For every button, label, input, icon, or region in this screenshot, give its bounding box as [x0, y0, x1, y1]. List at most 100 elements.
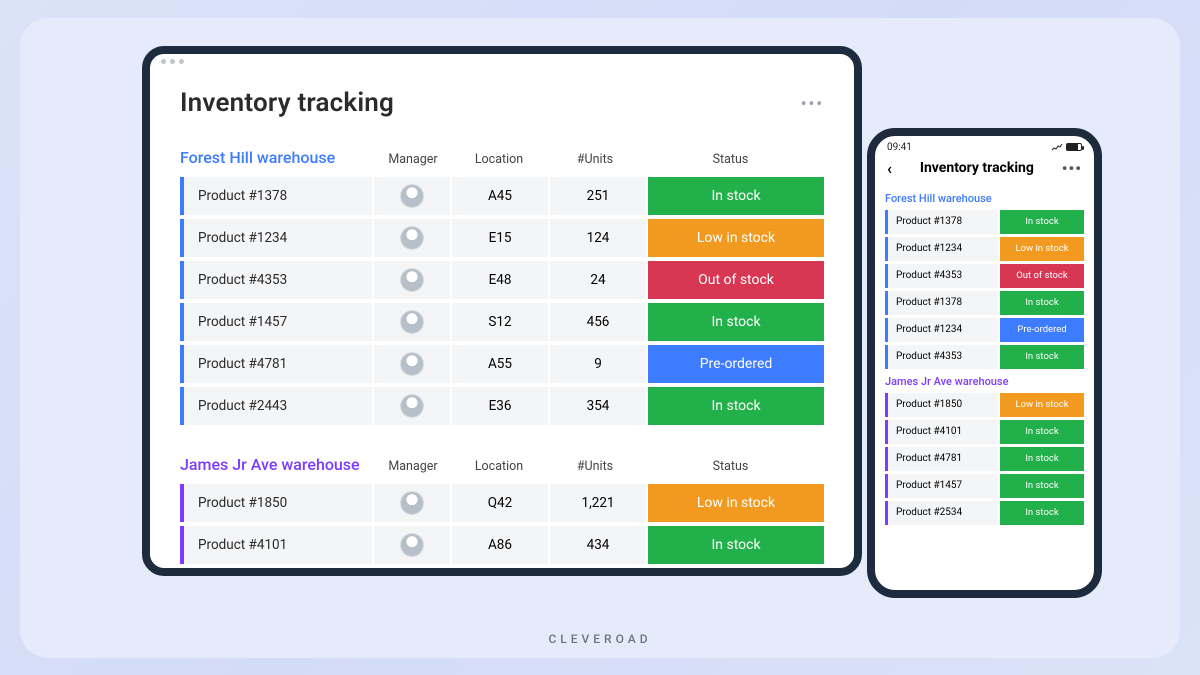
avatar	[400, 394, 424, 418]
product-name: Product #4781	[184, 345, 372, 383]
units-cell: 1,221	[550, 484, 646, 522]
status-badge: In stock	[1000, 345, 1084, 369]
product-name: Product #1850	[184, 484, 372, 522]
location-cell: A86	[452, 526, 548, 564]
list-item[interactable]: Product #1850 Low in stock	[885, 393, 1084, 417]
status-badge: In stock	[1000, 447, 1084, 471]
table-row[interactable]: Product #4353 E48 24 Out of stock	[180, 261, 824, 299]
status-badge: Low in stock	[1000, 237, 1084, 261]
avatar	[400, 352, 424, 376]
list-item[interactable]: Product #1234 Low in stock	[885, 237, 1084, 261]
manager-cell	[374, 345, 450, 383]
status-badge: Pre-ordered	[1000, 318, 1084, 342]
col-header-units: #Units	[547, 152, 643, 167]
manager-cell	[374, 303, 450, 341]
col-header-location: Location	[451, 152, 547, 167]
location-cell: A45	[452, 177, 548, 215]
list-item[interactable]: Product #2534 In stock	[885, 501, 1084, 525]
product-name: Product #4101	[888, 420, 998, 444]
product-name: Product #4101	[184, 526, 372, 564]
phone-status-bar: 09:41	[875, 136, 1094, 155]
table-row[interactable]: Product #1378 A45 251 In stock	[180, 177, 824, 215]
product-name: Product #2443	[184, 387, 372, 425]
product-name: Product #4353	[888, 345, 998, 369]
phone-page-title: Inventory tracking	[920, 160, 1034, 176]
units-cell: 251	[550, 177, 646, 215]
table-row[interactable]: Product #1234 E15 124 Low in stock	[180, 219, 824, 257]
manager-cell	[374, 261, 450, 299]
status-badge: Pre-ordered	[648, 345, 824, 383]
table-row[interactable]: Product #2443 E36 354 In stock	[180, 387, 824, 425]
product-name: Product #4781	[888, 447, 998, 471]
warehouse-name[interactable]: James Jr Ave warehouse	[180, 455, 375, 474]
product-name: Product #1234	[888, 237, 998, 261]
list-item[interactable]: Product #4101 In stock	[885, 420, 1084, 444]
list-item[interactable]: Product #4353 Out of stock	[885, 264, 1084, 288]
tablet-device: Inventory tracking ••• Forest Hill wareh…	[142, 46, 862, 576]
units-cell: 354	[550, 387, 646, 425]
location-cell: Q42	[452, 484, 548, 522]
phone-device: 09:41 ‹ Inventory tracking ••• Forest Hi…	[867, 128, 1102, 598]
location-cell: A55	[452, 345, 548, 383]
window-controls	[161, 59, 184, 64]
units-cell: 24	[550, 261, 646, 299]
manager-cell	[374, 484, 450, 522]
status-badge: In stock	[1000, 210, 1084, 234]
status-badge: In stock	[648, 387, 824, 425]
list-item[interactable]: Product #1378 In stock	[885, 291, 1084, 315]
status-badge: In stock	[648, 303, 824, 341]
status-badge: Low in stock	[648, 219, 824, 257]
location-cell: E48	[452, 261, 548, 299]
status-badge: Low in stock	[648, 484, 824, 522]
warehouse-name[interactable]: Forest Hill warehouse	[180, 148, 375, 167]
product-name: Product #2534	[888, 501, 998, 525]
product-name: Product #1378	[888, 210, 998, 234]
warehouse-name[interactable]: James Jr Ave warehouse	[885, 375, 1084, 388]
manager-cell	[374, 387, 450, 425]
back-button[interactable]: ‹	[887, 159, 892, 178]
table-row[interactable]: Product #4101 A86 434 In stock	[180, 526, 824, 564]
avatar	[400, 533, 424, 557]
col-header-units: #Units	[547, 459, 643, 474]
avatar	[400, 184, 424, 208]
location-cell: S12	[452, 303, 548, 341]
list-item[interactable]: Product #4353 In stock	[885, 345, 1084, 369]
product-name: Product #4353	[184, 261, 372, 299]
table-row[interactable]: Product #4781 A55 9 Pre-ordered	[180, 345, 824, 383]
status-badge: Low in stock	[1000, 393, 1084, 417]
col-header-manager: Manager	[375, 152, 451, 167]
col-header-status: Status	[643, 459, 824, 474]
product-name: Product #1457	[184, 303, 372, 341]
col-header-status: Status	[643, 152, 824, 167]
battery-icon	[1051, 143, 1082, 151]
status-badge: In stock	[648, 526, 824, 564]
phone-more-button[interactable]: •••	[1062, 159, 1082, 178]
avatar	[400, 310, 424, 334]
product-name: Product #1378	[184, 177, 372, 215]
brand-watermark: CLEVEROAD	[20, 632, 1180, 646]
units-cell: 434	[550, 526, 646, 564]
product-name: Product #1378	[888, 291, 998, 315]
product-name: Product #1234	[184, 219, 372, 257]
product-name: Product #4353	[888, 264, 998, 288]
col-header-location: Location	[451, 459, 547, 474]
list-item[interactable]: Product #1457 In stock	[885, 474, 1084, 498]
more-button[interactable]: •••	[801, 94, 824, 113]
status-badge: In stock	[648, 177, 824, 215]
status-badge: In stock	[1000, 501, 1084, 525]
list-item[interactable]: Product #4781 In stock	[885, 447, 1084, 471]
location-cell: E15	[452, 219, 548, 257]
warehouse-name[interactable]: Forest Hill warehouse	[885, 192, 1084, 205]
units-cell: 9	[550, 345, 646, 383]
units-cell: 124	[550, 219, 646, 257]
table-row[interactable]: Product #1457 S12 456 In stock	[180, 303, 824, 341]
page-title: Inventory tracking	[180, 88, 824, 118]
location-cell: E36	[452, 387, 548, 425]
status-badge: Out of stock	[1000, 264, 1084, 288]
product-name: Product #1850	[888, 393, 998, 417]
avatar	[400, 226, 424, 250]
table-row[interactable]: Product #1850 Q42 1,221 Low in stock	[180, 484, 824, 522]
list-item[interactable]: Product #1378 In stock	[885, 210, 1084, 234]
list-item[interactable]: Product #1234 Pre-ordered	[885, 318, 1084, 342]
manager-cell	[374, 219, 450, 257]
